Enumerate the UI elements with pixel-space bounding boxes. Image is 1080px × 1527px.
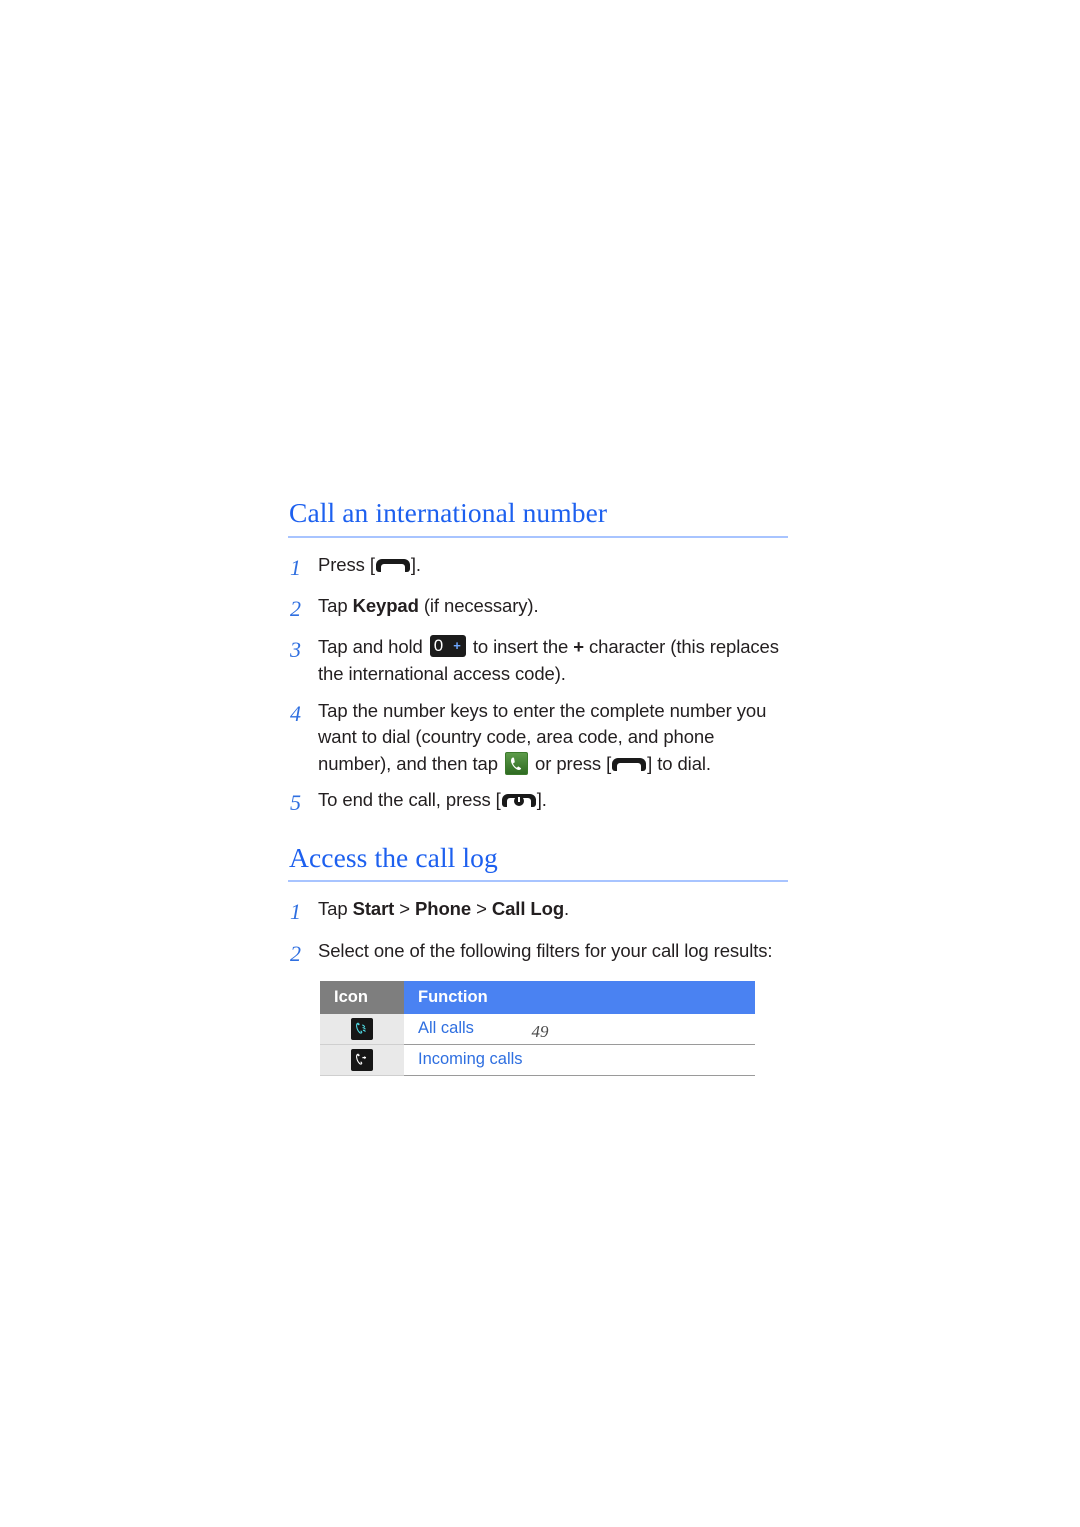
table-header-row: Icon Function bbox=[320, 980, 755, 1014]
step-text-prefix: Tap bbox=[318, 595, 353, 617]
step-text: To end the call, press []. bbox=[318, 787, 788, 814]
send-key-icon bbox=[375, 558, 410, 572]
step-text: Tap Keypad (if necessary). bbox=[318, 593, 788, 620]
page-number: 49 bbox=[531, 1022, 549, 1041]
step-text-part1: Tap bbox=[318, 898, 353, 920]
heading-access-the-call-log: Access the call log bbox=[289, 841, 498, 873]
step-number: 3 bbox=[290, 637, 301, 663]
heading-call-an-international-number: Call an international number bbox=[289, 497, 608, 528]
plus-character: + bbox=[573, 636, 584, 658]
table-row: Incoming calls bbox=[320, 1044, 755, 1076]
step-text-part2: to insert the bbox=[467, 636, 574, 658]
column-header-icon: Icon bbox=[320, 980, 404, 1014]
step-text-after: ]. bbox=[410, 553, 421, 575]
menu-keyword-start: Start bbox=[352, 898, 395, 920]
incoming-calls-glyph bbox=[356, 1053, 367, 1065]
step-item: 1 Press []. bbox=[288, 552, 788, 583]
plus-label: + bbox=[453, 638, 461, 654]
zero-label: 0 bbox=[433, 636, 444, 656]
steps-list-call-international: 1 Press []. 2 Tap Keypad (if necessary).… bbox=[288, 552, 788, 819]
end-key-icon bbox=[501, 794, 536, 808]
step-item: 1 Tap Start > Phone > Call Log. bbox=[288, 896, 788, 927]
step-text-part2: ]. bbox=[536, 789, 547, 811]
step-text-part2: or press [ bbox=[529, 752, 612, 774]
step-text-suffix: (if necessary). bbox=[418, 595, 539, 617]
step-item: 5 To end the call, press []. bbox=[288, 787, 788, 818]
table-head: Icon Function bbox=[320, 980, 755, 1014]
step-text-part3: ] to dial. bbox=[647, 752, 711, 774]
menu-keyword-keypad: Keypad bbox=[352, 595, 419, 617]
section-access-call-log: Access the call log bbox=[288, 841, 788, 883]
phone-handset-glyph bbox=[510, 757, 522, 770]
send-key-icon bbox=[612, 757, 647, 771]
heading-rule bbox=[288, 535, 788, 538]
dial-button-icon bbox=[504, 751, 528, 775]
step-item: 4 Tap the number keys to enter the compl… bbox=[288, 698, 788, 778]
cell-icon bbox=[320, 1044, 404, 1076]
page-content: Call an international number 1 Press [].… bbox=[288, 497, 788, 1076]
step-text: Tap and hold 0 + to insert the + characte… bbox=[318, 634, 788, 687]
step-text: Tap Start > Phone > Call Log. bbox=[318, 896, 788, 923]
step-number: 2 bbox=[290, 596, 301, 622]
menu-keyword-phone: Phone bbox=[415, 898, 472, 920]
step-number: 1 bbox=[290, 554, 301, 580]
step-number: 4 bbox=[290, 700, 301, 726]
step-item: 3 Tap and hold 0 + to insert the + charac… bbox=[288, 634, 788, 687]
step-number: 1 bbox=[290, 899, 301, 925]
step-text-before: Press [ bbox=[318, 553, 375, 575]
document-page: Call an international number 1 Press [].… bbox=[0, 0, 1080, 1527]
step-text-part1: Tap and hold bbox=[318, 636, 428, 658]
incoming-calls-icon bbox=[351, 1048, 373, 1071]
section-call-international: Call an international number bbox=[288, 497, 788, 538]
zero-plus-key-icon: 0 + bbox=[429, 635, 466, 658]
menu-keyword-call-log: Call Log bbox=[491, 898, 565, 920]
step-text-part2: . bbox=[564, 898, 570, 920]
breadcrumb-separator: > bbox=[471, 898, 492, 920]
step-text-part1: To end the call, press [ bbox=[318, 789, 501, 811]
step-item: 2 Select one of the following filters fo… bbox=[288, 938, 788, 969]
heading-rule bbox=[288, 880, 788, 883]
cell-function: Incoming calls bbox=[404, 1044, 755, 1076]
breadcrumb-separator: > bbox=[394, 898, 416, 920]
step-item: 2 Tap Keypad (if necessary). bbox=[288, 593, 788, 624]
steps-list-access-call-log: 1 Tap Start > Phone > Call Log. 2 Select… bbox=[288, 896, 788, 968]
step-number: 5 bbox=[290, 790, 301, 816]
power-symbol-glyph bbox=[513, 796, 524, 807]
step-text: Press []. bbox=[318, 552, 788, 579]
column-header-function: Function bbox=[404, 980, 755, 1014]
step-text: Select one of the following filters for … bbox=[318, 939, 773, 961]
step-text: Tap the number keys to enter the complet… bbox=[318, 698, 788, 778]
step-number: 2 bbox=[290, 940, 301, 966]
